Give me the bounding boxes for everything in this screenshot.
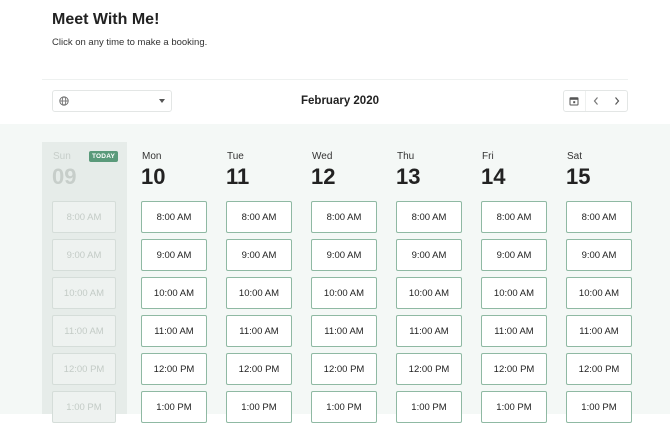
prev-week-button[interactable] (584, 91, 607, 111)
time-slot-button[interactable]: 11:00 AM (141, 315, 207, 347)
day-name: Fri (482, 151, 494, 162)
time-slot-list: 8:00 AM 9:00 AM 10:00 AM 11:00 AM 12:00 PM 1:… (481, 201, 547, 429)
time-slot-button[interactable]: 9:00 AM (311, 239, 377, 271)
today-badge: TODAY (89, 151, 119, 162)
time-slot-button[interactable]: 9:00 AM (566, 239, 632, 271)
time-slot-list: 8:00 AM 9:00 AM 10:00 AM 11:00 AM 12:00 PM 1:… (226, 201, 292, 429)
chevron-right-icon (614, 97, 619, 105)
day-number: 12 (311, 164, 336, 189)
time-slot-button[interactable]: 12:00 PM (226, 353, 292, 385)
day-number: 10 (141, 164, 166, 189)
time-slot-button[interactable]: 8:00 AM (311, 201, 377, 233)
time-slot-button[interactable]: 10:00 AM (396, 277, 462, 309)
timezone-select[interactable] (52, 90, 172, 112)
chevron-left-icon (593, 97, 598, 105)
day-name: Tue (227, 151, 244, 162)
time-slot-button[interactable]: 8:00 AM (396, 201, 462, 233)
chevron-down-icon (159, 99, 165, 103)
time-slot-button[interactable]: 10:00 AM (566, 277, 632, 309)
time-slot-button[interactable]: 12:00 PM (311, 353, 377, 385)
calendar-icon (569, 97, 579, 106)
time-slot-list: 8:00 AM 9:00 AM 10:00 AM 11:00 AM 12:00 PM 1:… (566, 201, 632, 429)
time-slot-button[interactable]: 11:00 AM (226, 315, 292, 347)
time-slot-disabled: 8:00 AM (52, 201, 116, 233)
time-slot-button[interactable]: 8:00 AM (566, 201, 632, 233)
page-subtitle: Click on any time to make a booking. (52, 37, 208, 48)
time-slot-disabled: 12:00 PM (52, 353, 116, 385)
time-slot-button[interactable]: 1:00 PM (396, 391, 462, 423)
day-name: Mon (142, 151, 162, 162)
time-slot-list: 8:00 AM 9:00 AM 10:00 AM 11:00 AM 12:00 PM 1:… (311, 201, 377, 429)
calendar-picker-button[interactable] (564, 91, 585, 111)
day-number: 15 (566, 164, 591, 189)
day-number: 09 (52, 164, 77, 189)
time-slot-button[interactable]: 11:00 AM (311, 315, 377, 347)
time-slot-button[interactable]: 9:00 AM (481, 239, 547, 271)
day-number: 11 (226, 164, 250, 189)
time-slot-button[interactable]: 10:00 AM (311, 277, 377, 309)
time-slot-button[interactable]: 8:00 AM (226, 201, 292, 233)
time-slot-button[interactable]: 9:00 AM (226, 239, 292, 271)
time-slot-button[interactable]: 12:00 PM (481, 353, 547, 385)
time-slot-button[interactable]: 1:00 PM (226, 391, 292, 423)
time-slot-button[interactable]: 10:00 AM (141, 277, 207, 309)
day-name: Sat (567, 151, 583, 162)
time-slot-button[interactable]: 8:00 AM (481, 201, 547, 233)
time-slot-button[interactable]: 11:00 AM (396, 315, 462, 347)
time-slot-button[interactable]: 1:00 PM (311, 391, 377, 423)
time-slot-button[interactable]: 1:00 PM (481, 391, 547, 423)
day-name: Wed (312, 151, 333, 162)
time-slot-list: 8:00 AM 9:00 AM 10:00 AM 11:00 AM 12:00 PM 1:… (52, 201, 116, 429)
time-slot-disabled: 11:00 AM (52, 315, 116, 347)
time-slot-list: 8:00 AM 9:00 AM 10:00 AM 11:00 AM 12:00 PM 1:… (141, 201, 207, 429)
day-number: 14 (481, 164, 506, 189)
day-name: Sun (53, 151, 71, 162)
time-slot-button[interactable]: 12:00 PM (141, 353, 207, 385)
month-label: February 2020 (301, 95, 379, 107)
globe-icon (59, 96, 69, 106)
time-slot-button[interactable]: 8:00 AM (141, 201, 207, 233)
time-slot-button[interactable]: 1:00 PM (566, 391, 632, 423)
time-slot-button[interactable]: 10:00 AM (481, 277, 547, 309)
calendar-nav (563, 90, 628, 112)
day-name: Thu (397, 151, 415, 162)
time-slot-button[interactable]: 12:00 PM (396, 353, 462, 385)
time-slot-button[interactable]: 11:00 AM (481, 315, 547, 347)
day-number: 13 (396, 164, 421, 189)
time-slot-button[interactable]: 10:00 AM (226, 277, 292, 309)
time-slot-button[interactable]: 11:00 AM (566, 315, 632, 347)
time-slot-button[interactable]: 9:00 AM (396, 239, 462, 271)
next-week-button[interactable] (606, 91, 627, 111)
time-slot-button[interactable]: 12:00 PM (566, 353, 632, 385)
time-slot-disabled: 9:00 AM (52, 239, 116, 271)
time-slot-list: 8:00 AM 9:00 AM 10:00 AM 11:00 AM 12:00 PM 1:… (396, 201, 462, 429)
time-slot-disabled: 1:00 PM (52, 391, 116, 423)
divider (42, 79, 628, 80)
time-slot-disabled: 10:00 AM (52, 277, 116, 309)
time-slot-button[interactable]: 1:00 PM (141, 391, 207, 423)
time-slot-button[interactable]: 9:00 AM (141, 239, 207, 271)
page-title: Meet With Me! (52, 11, 160, 28)
